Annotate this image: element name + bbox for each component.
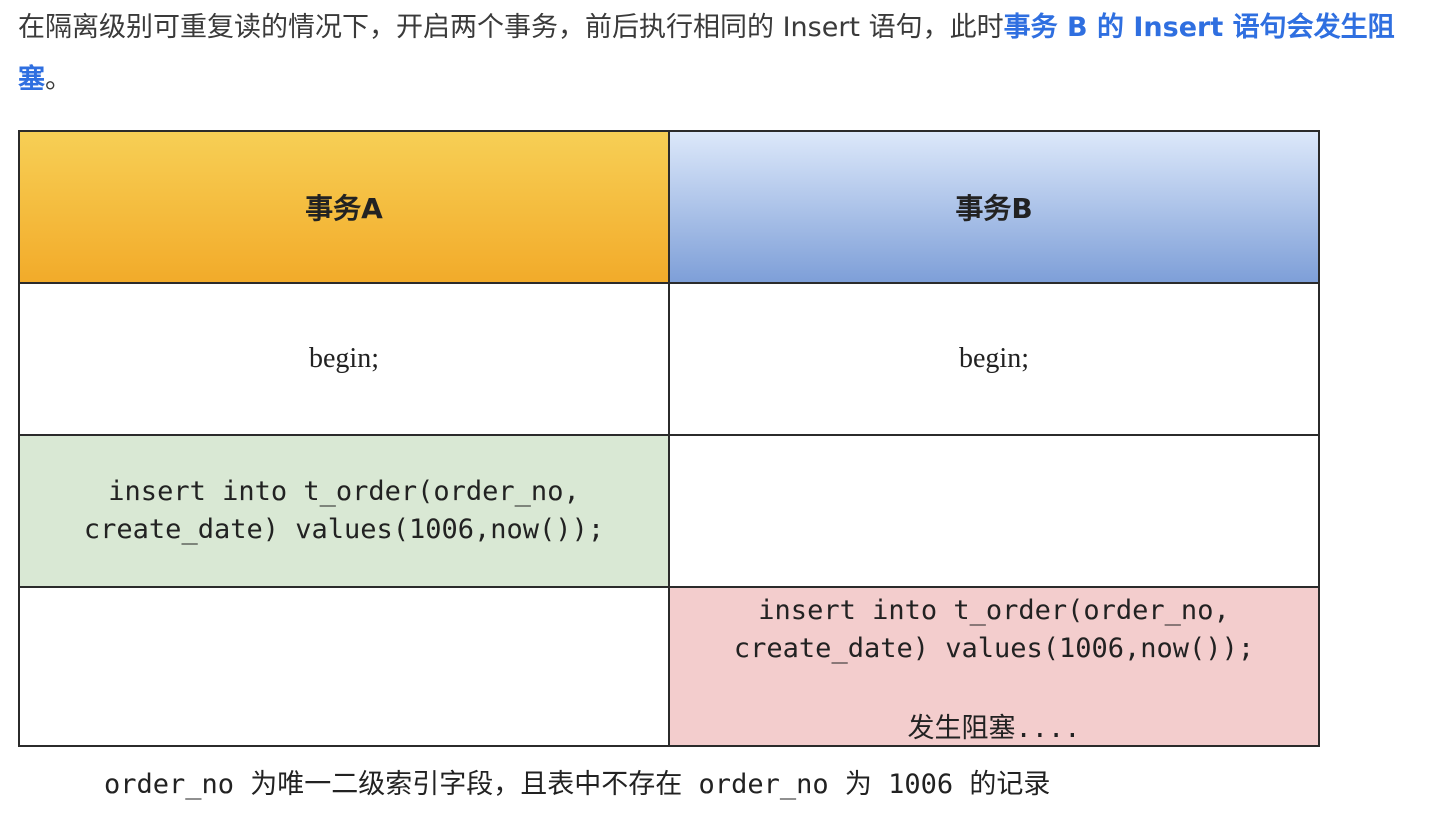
begin-text-a: begin;: [309, 343, 379, 374]
header-transaction-b: 事务B: [668, 130, 1320, 284]
cell-b-empty: [668, 434, 1320, 588]
table-header-row: 事务A 事务B: [18, 130, 1320, 284]
table-row: insert into t_order(order_no, create_dat…: [18, 586, 1320, 747]
transaction-table: 事务A 事务B begin; begin; insert into t_orde…: [18, 130, 1320, 747]
insert-statement-b: insert into t_order(order_no, create_dat…: [733, 595, 1255, 664]
intro-text-end: 。: [45, 64, 72, 95]
cell-a-insert: insert into t_order(order_no, create_dat…: [18, 434, 670, 588]
intro-text: 在隔离级别可重复读的情况下，开启两个事务，前后执行相同的 Insert 语句，此…: [18, 12, 1004, 43]
cell-b-begin: begin;: [668, 282, 1320, 436]
intro-paragraph: 在隔离级别可重复读的情况下，开启两个事务，前后执行相同的 Insert 语句，此…: [18, 2, 1428, 106]
header-transaction-a: 事务A: [18, 130, 670, 284]
cell-a-begin: begin;: [18, 282, 670, 436]
figure-caption: order_no 为唯一二级索引字段，且表中不存在 order_no 为 100…: [104, 769, 1051, 800]
begin-text-b: begin;: [959, 343, 1029, 374]
transaction-figure: 事务A 事务B begin; begin; insert into t_orde…: [18, 130, 1320, 747]
table-row: insert into t_order(order_no, create_dat…: [18, 434, 1320, 588]
cell-b-insert: insert into t_order(order_no, create_dat…: [668, 586, 1320, 747]
blocked-note: 发生阻塞....: [907, 713, 1081, 744]
cell-a-empty: [18, 586, 670, 747]
table-row: begin; begin;: [18, 282, 1320, 436]
insert-statement-a: insert into t_order(order_no, create_dat…: [83, 476, 605, 545]
